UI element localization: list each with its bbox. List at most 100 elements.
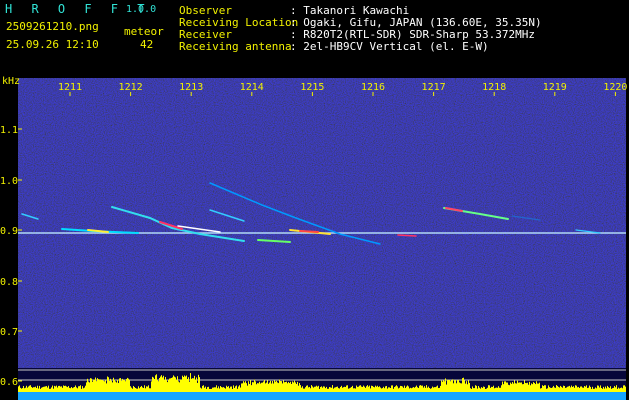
level-bar (120, 378, 121, 392)
level-bar (289, 383, 290, 392)
level-bar (258, 383, 259, 392)
level-bar (556, 385, 557, 392)
level-bar (146, 386, 147, 392)
level-bar (90, 378, 91, 392)
level-bar (446, 384, 447, 392)
level-bar (335, 387, 336, 392)
level-bar (488, 385, 489, 392)
level-bar (181, 379, 182, 392)
level-bar (88, 381, 89, 392)
level-bar (353, 388, 354, 392)
level-bar (375, 385, 376, 392)
y-tick-label: 1.1 (0, 125, 18, 136)
level-bar (537, 383, 538, 392)
level-bar (559, 387, 560, 392)
level-bar (482, 387, 483, 392)
y-tick-label: 0.8 (0, 277, 18, 288)
level-bar (157, 379, 158, 392)
x-tick-label: 1214 (240, 82, 264, 93)
level-bar (241, 383, 242, 392)
level-bar (232, 388, 233, 392)
level-bar (350, 387, 351, 392)
level-bar (380, 387, 381, 392)
level-bar (382, 388, 383, 392)
level-bar (379, 386, 380, 392)
level-bar (43, 386, 44, 392)
level-bar (193, 378, 194, 392)
level-bar (365, 387, 366, 392)
level-bar (554, 387, 555, 392)
level-bar (229, 388, 230, 392)
level-bar (395, 386, 396, 392)
level-bar (243, 381, 244, 392)
level-bar (398, 388, 399, 392)
level-bar (45, 386, 46, 392)
level-bar (308, 387, 309, 392)
level-bar (600, 385, 601, 392)
level-bar (274, 380, 275, 392)
level-bar (57, 387, 58, 392)
level-bar (444, 381, 445, 392)
level-bar (84, 387, 85, 392)
level-bar (621, 387, 622, 392)
level-bar (96, 381, 97, 392)
level-bar (564, 385, 565, 392)
level-bar (226, 385, 227, 392)
level-bar (348, 388, 349, 392)
level-bar (189, 381, 190, 392)
level-bar (544, 385, 545, 392)
level-bar (520, 382, 521, 392)
level-bar (469, 382, 470, 392)
level-bar (116, 382, 117, 392)
level-bar (563, 385, 564, 392)
level-bar (590, 386, 591, 392)
level-bar (126, 378, 127, 392)
level-bar (165, 377, 166, 392)
level-bar (117, 379, 118, 392)
level-bar (151, 381, 152, 392)
level-bar (458, 379, 459, 392)
level-bar (569, 385, 570, 392)
level-bar (402, 386, 403, 392)
level-bar (89, 382, 90, 392)
level-bar (597, 385, 598, 392)
level-bar (103, 380, 104, 392)
level-bar (357, 386, 358, 392)
level-bar (91, 378, 92, 392)
level-bar (381, 388, 382, 392)
level-bar (62, 387, 63, 392)
level-bar (168, 379, 169, 392)
level-bar (192, 378, 193, 392)
level-bar (473, 388, 474, 392)
level-bar (179, 382, 180, 392)
level-bar (533, 382, 534, 392)
level-bar (170, 378, 171, 392)
level-bar (98, 379, 99, 392)
level-bar (372, 385, 373, 392)
level-bar (76, 387, 77, 392)
level-bar (401, 386, 402, 392)
level-bar (376, 386, 377, 392)
level-bar (49, 388, 50, 392)
level-bar (518, 382, 519, 392)
level-bar (270, 380, 271, 392)
level-bar (615, 387, 616, 392)
level-bar (416, 385, 417, 392)
level-bar (588, 387, 589, 392)
level-bar (140, 386, 141, 392)
level-bar (20, 387, 21, 392)
level-bar (479, 387, 480, 392)
level-bar (548, 385, 549, 392)
level-bar (344, 386, 345, 392)
y-tick-label: 0.6 (0, 377, 18, 388)
level-bar (618, 387, 619, 392)
level-bar (321, 386, 322, 392)
level-bar (257, 383, 258, 392)
level-bar (570, 387, 571, 392)
level-bar (247, 385, 248, 392)
level-bar (457, 380, 458, 392)
level-bar (252, 382, 253, 392)
level-bar (325, 388, 326, 392)
level-bar (18, 386, 19, 392)
level-bar (394, 387, 395, 392)
